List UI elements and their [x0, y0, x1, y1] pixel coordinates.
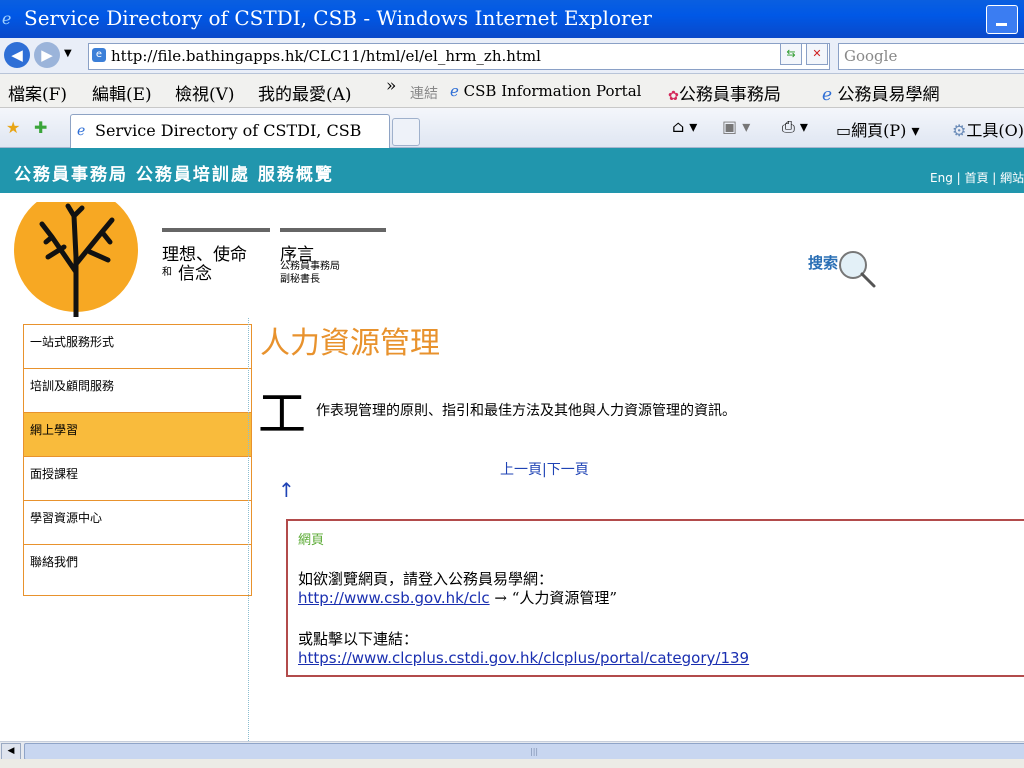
menu-bar: 檔案(F) 編輯(E) 檢視(V) 我的最愛(A) » 連結 ℯ CSB Inf…: [0, 74, 1024, 108]
menu-edit[interactable]: 編輯(E): [92, 80, 152, 105]
gear-icon: ⚙: [952, 121, 967, 140]
info-box: 網頁 如欲瀏覽網頁，請登入公務員易學網： http://www.csb.gov.…: [286, 519, 1024, 677]
print-icon[interactable]: ⎙ ▾: [782, 117, 808, 137]
stop-icon: ✕: [812, 47, 822, 60]
home-icon[interactable]: ⌂ ▾: [672, 117, 697, 136]
back-arrow-icon: ◀: [11, 46, 23, 64]
tab-service-directory[interactable]: ℯ Service Directory of CSTDI, CSB: [70, 114, 390, 149]
new-tab-button[interactable]: [392, 118, 420, 146]
site-header: 公務員事務局 公務員培訓處 服務概覽 Eng | 首頁 | 網站: [0, 148, 1024, 193]
page-menu[interactable]: ▭網頁(P) ▾: [836, 117, 920, 141]
nav-divider-bar: [280, 228, 386, 232]
search-input[interactable]: Google: [838, 43, 1024, 70]
status-bar: [0, 759, 1024, 768]
back-to-top-arrow[interactable]: ↑: [278, 478, 295, 502]
grip-icon: |||: [530, 747, 539, 756]
minimize-button[interactable]: [986, 5, 1018, 34]
forward-arrow-icon: ▶: [41, 46, 53, 64]
horizontal-scrollbar[interactable]: ◀ |||: [0, 741, 1024, 760]
page-icon: e: [92, 48, 106, 62]
info-box-instruction: 如欲瀏覽網頁，請登入公務員易學網：: [298, 570, 554, 588]
feeds-icon[interactable]: ▣ ▾: [722, 117, 750, 136]
prev-page-link[interactable]: 上一頁: [500, 462, 542, 478]
pager: 上一頁|下一頁: [500, 459, 589, 479]
ie-icon: ℯ: [2, 9, 12, 28]
menu-view[interactable]: 檢視(V): [175, 80, 235, 105]
link-csb-portal[interactable]: ℯ CSB Information Portal: [450, 82, 641, 100]
scroll-thumb[interactable]: |||: [24, 743, 1024, 760]
window-title: Service Directory of CSTDI, CSB - Window…: [24, 6, 652, 30]
ie-icon: ℯ: [77, 123, 86, 139]
content-divider: [248, 318, 249, 741]
favorites-star-icon[interactable]: ★: [6, 118, 20, 137]
links-label: 連結: [410, 86, 438, 102]
nav-divider-bar: [162, 228, 270, 232]
next-page-link[interactable]: 下一頁: [547, 462, 589, 478]
search-link[interactable]: 搜索: [808, 252, 838, 273]
tree-logo: [12, 188, 142, 320]
link-csb[interactable]: ✿公務員事務局: [668, 80, 781, 105]
ie-page-icon: ℯ: [450, 82, 464, 100]
info-box-link-line: http://www.csb.gov.hk/clc → “人力資源管理”: [298, 589, 618, 607]
menu-favorites[interactable]: 我的最愛(A): [258, 80, 352, 105]
history-dropdown-icon[interactable]: ▼: [64, 48, 72, 59]
scroll-left-button[interactable]: ◀: [1, 743, 21, 760]
chevron-left-icon: ◀: [7, 746, 15, 756]
info-box-alt-instruction: 或點擊以下連結：: [298, 630, 419, 648]
sidebar-item-contact[interactable]: 聯絡我們: [23, 544, 252, 596]
clc-link[interactable]: http://www.csb.gov.hk/clc: [298, 589, 490, 607]
minimize-icon: [996, 23, 1007, 26]
menu-file[interactable]: 檔案(F): [8, 80, 67, 105]
page-title: 人力資源管理: [260, 326, 440, 361]
add-favorites-icon[interactable]: ✚: [34, 118, 47, 137]
magnifier-icon[interactable]: [836, 248, 880, 292]
top-links[interactable]: Eng | 首頁 | 網站: [930, 169, 1024, 186]
refresh-button[interactable]: ⇆: [780, 43, 802, 65]
tools-menu[interactable]: ⚙工具(O): [952, 117, 1024, 141]
clcplus-link[interactable]: https://www.clcplus.cstdi.gov.hk/clcplus…: [298, 649, 749, 667]
address-field[interactable]: e http://file.bathingapps.hk/CLC11/html/…: [88, 43, 830, 70]
drop-cap: 工: [258, 386, 307, 442]
site-title: 公務員事務局 公務員培訓處 服務概覽: [14, 165, 334, 185]
window-titlebar: ℯ Service Directory of CSTDI, CSB - Wind…: [0, 0, 1024, 38]
link-clc[interactable]: ℯ 公務員易學網: [822, 80, 939, 105]
links-chevron[interactable]: »: [386, 76, 396, 96]
ie-page-icon: ℯ: [822, 85, 838, 105]
back-button[interactable]: ◀: [4, 42, 30, 68]
info-box-link-line-2: https://www.clcplus.cstdi.gov.hk/clcplus…: [298, 649, 749, 667]
address-url: http://file.bathingapps.hk/CLC11/html/el…: [111, 47, 541, 65]
forward-button[interactable]: ▶: [34, 42, 60, 68]
flower-icon: ✿: [668, 89, 679, 104]
address-toolbar: ◀ ▶ ▼ e http://file.bathingapps.hk/CLC11…: [0, 38, 1024, 74]
tree-logo-icon: [14, 188, 138, 320]
intro-text: 作表現管理的原則、指引和最佳方法及其他與人力資源管理的資訊。: [316, 403, 736, 419]
tab-bar: ★ ✚ ℯ Service Directory of CSTDI, CSB ⌂ …: [0, 108, 1024, 149]
refresh-icon: ⇆: [786, 47, 796, 60]
info-box-heading: 網頁: [298, 533, 325, 548]
stop-button[interactable]: ✕: [806, 43, 828, 65]
